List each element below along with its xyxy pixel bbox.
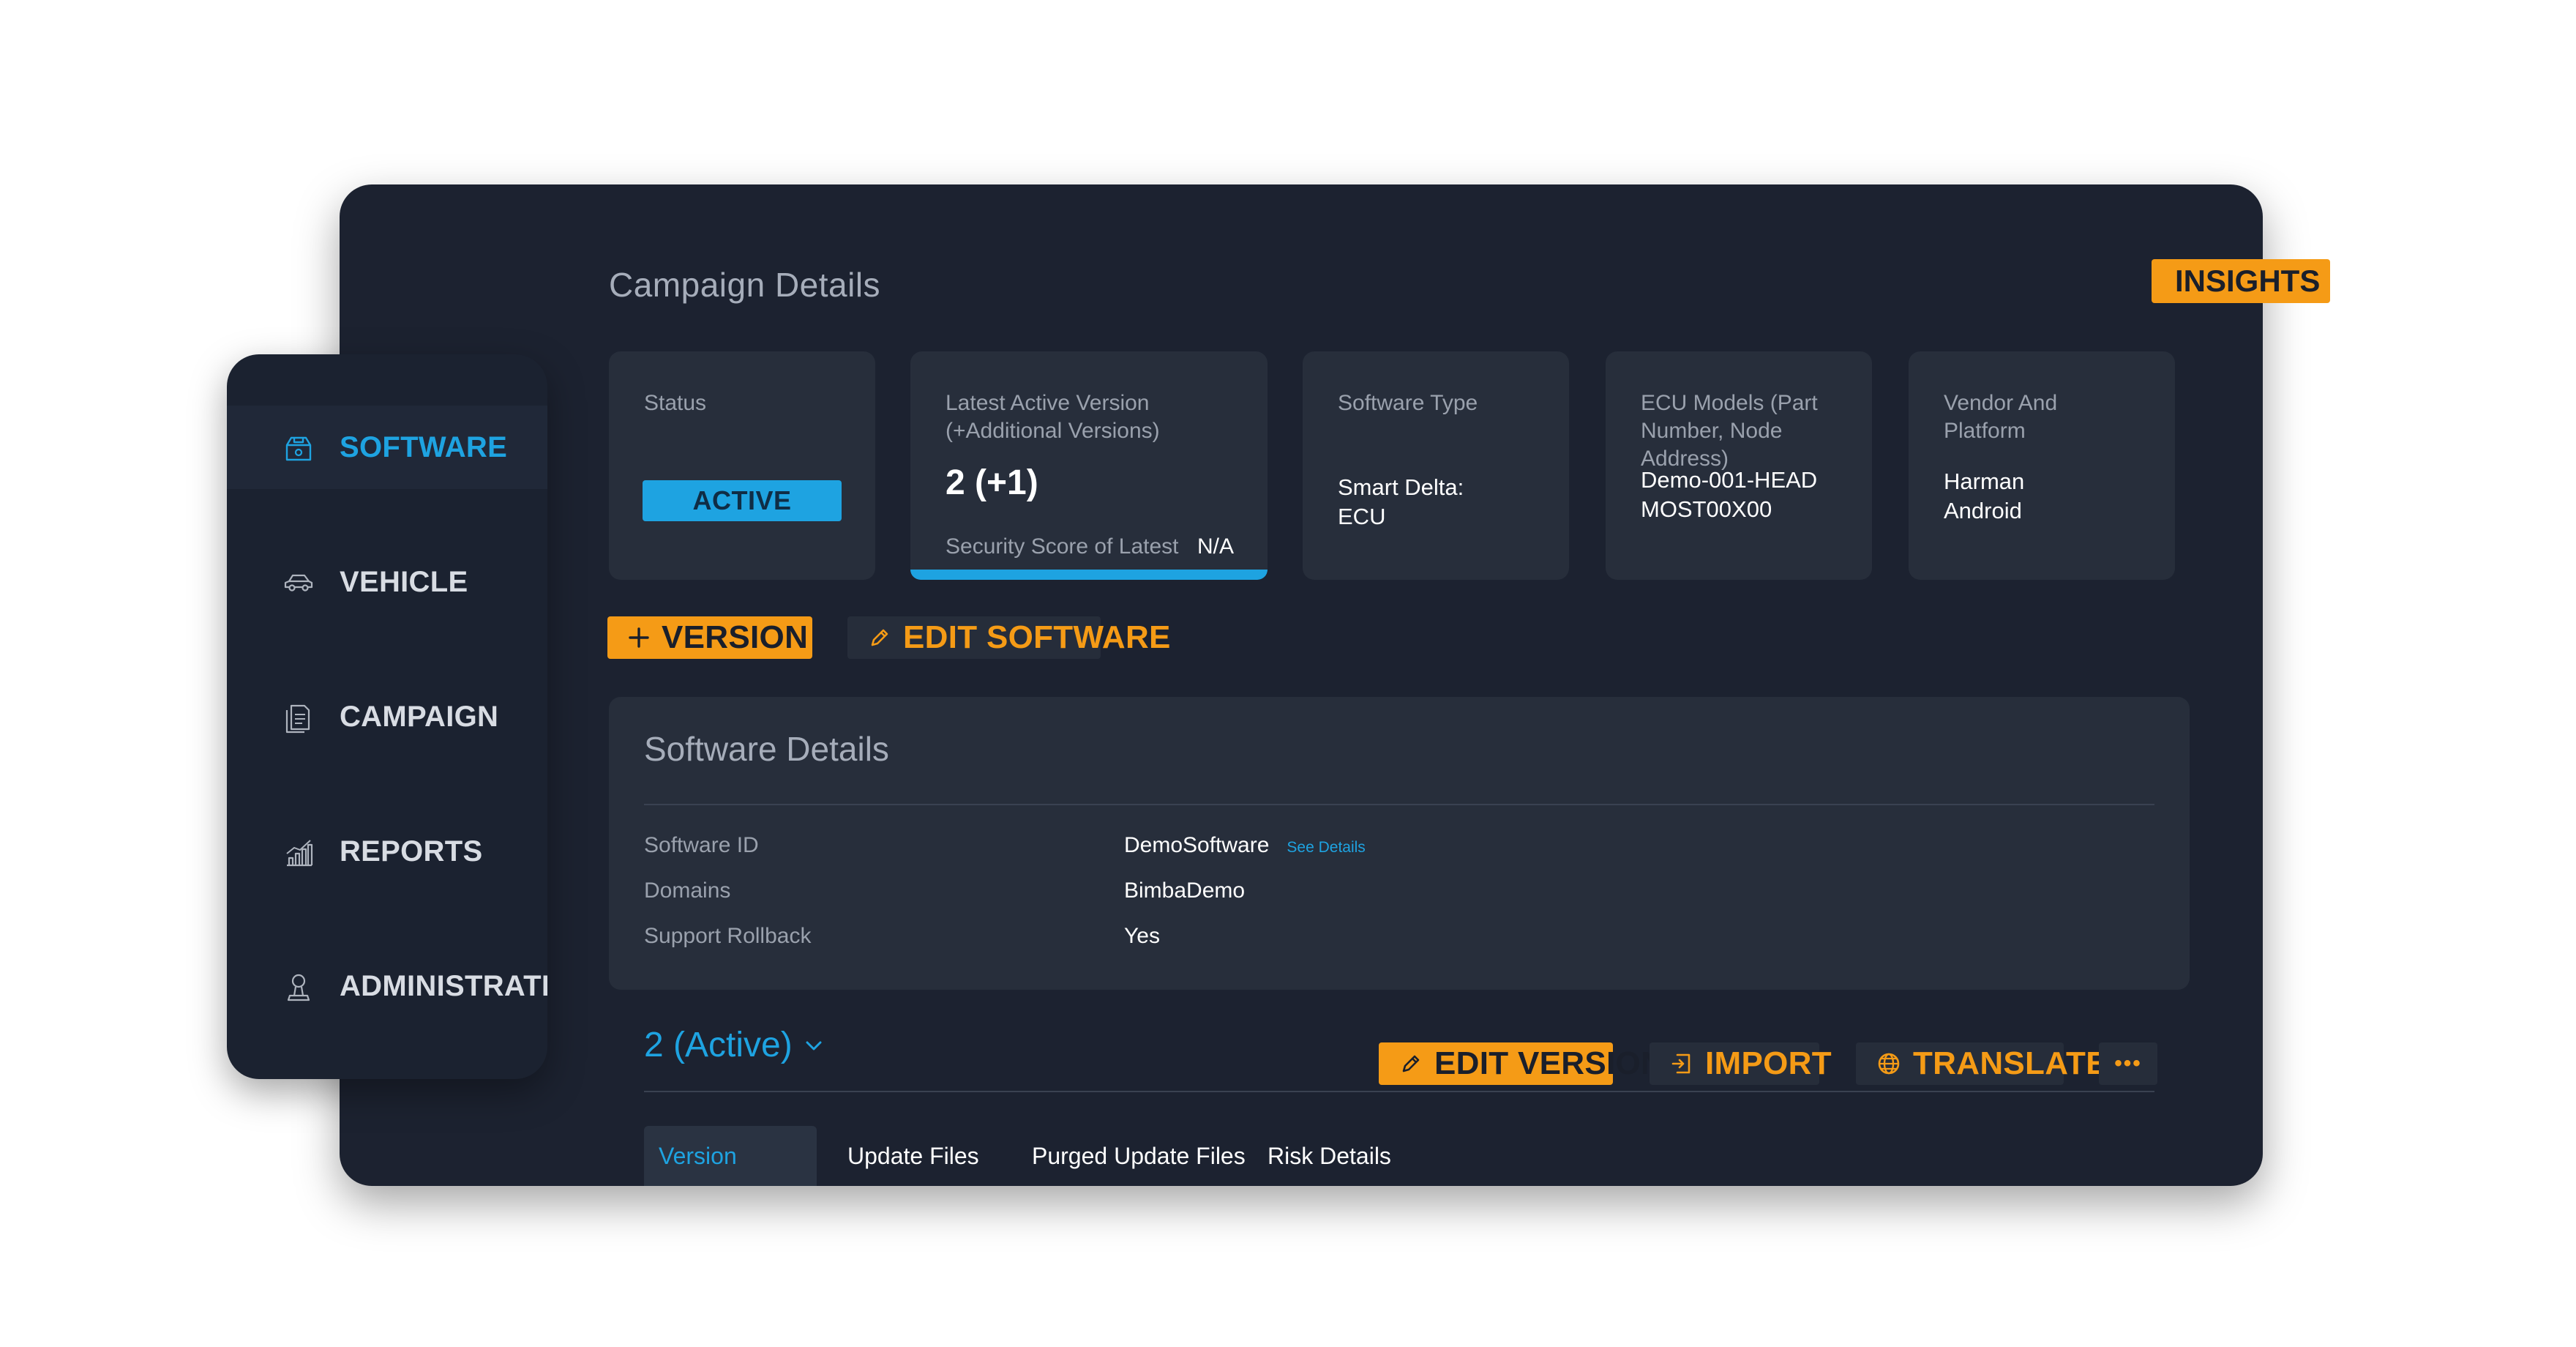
software-type-value-line2: ECU: [1338, 504, 1386, 529]
car-icon: [284, 574, 313, 592]
software-details-panel: Software Details Software ID DemoSoftwar…: [609, 697, 2190, 990]
software-package-icon: [285, 436, 312, 461]
latest-version-label-line2: (+Additional Versions): [946, 419, 1160, 443]
vendor-platform-value-line2: Android: [1944, 498, 2022, 523]
domains-value: BimbaDemo: [1124, 878, 1246, 903]
import-label: IMPORT: [1705, 1045, 1832, 1081]
pencil-icon: [871, 629, 888, 646]
software-id-label: Software ID: [644, 833, 759, 857]
sidebar-item-campaign[interactable]: CAMPAIGN: [227, 675, 547, 758]
ecu-models-card: ECU Models (Part Number, Node Address) D…: [1606, 351, 1872, 580]
software-id-value: DemoSoftware See Details: [1124, 833, 1366, 858]
sidebar-item-label: SOFTWARE: [340, 430, 508, 463]
edit-version-button[interactable]: EDIT VERSION: [1379, 1042, 1664, 1085]
support-rollback-label: Support Rollback: [644, 924, 812, 948]
ecu-models-value-line1: Demo-001-HEAD: [1641, 467, 1818, 493]
campaign-document-icon: [285, 704, 310, 734]
status-badge: ACTIVE: [643, 480, 842, 521]
tab-version-details[interactable]: Version Details: [644, 1126, 817, 1186]
globe-icon: [1878, 1053, 1900, 1075]
import-button[interactable]: IMPORT: [1650, 1042, 1832, 1085]
vendor-platform-value-line1: Harman: [1944, 469, 2025, 494]
domains-label: Domains: [644, 878, 731, 903]
sidebar-item-label: CAMPAIGN: [340, 700, 499, 733]
latest-version-card[interactable]: Latest Active Version (+Additional Versi…: [910, 351, 1268, 580]
chevron-down-icon: [806, 1041, 822, 1050]
version-divider: [644, 1091, 2154, 1092]
latest-version-value: 2 (+1): [946, 463, 1038, 502]
software-type-card: Software Type Smart Delta: ECU: [1303, 351, 1569, 580]
user-admin-icon: [287, 974, 310, 1001]
status-label: Status: [644, 391, 707, 415]
ecu-models-label-line2: Number, Node Address): [1641, 419, 1783, 471]
vendor-platform-value: Harman Android: [1944, 467, 2024, 526]
insights-label: INSIGHTS: [2175, 264, 2321, 298]
version-dropdown-value: 2 (Active): [644, 1026, 793, 1064]
see-details-link[interactable]: See Details: [1287, 839, 1365, 856]
import-icon: [1671, 1053, 1690, 1074]
translate-label: TRANSLATE: [1913, 1045, 2108, 1081]
vendor-platform-label: Vendor And Platform: [1944, 389, 2057, 445]
more-options-icon: •••: [2114, 1051, 2142, 1075]
sidebar-item-reports[interactable]: REPORTS: [227, 810, 547, 893]
insights-button[interactable]: INSIGHTS: [2152, 259, 2330, 303]
status-card: Status ACTIVE: [609, 351, 875, 580]
ecu-models-value-line2: MOST00X00: [1641, 496, 1772, 522]
ecu-models-label: ECU Models (Part Number, Node Address): [1641, 389, 1872, 473]
selected-card-underline: [910, 570, 1268, 580]
vendor-platform-label-line2: Platform: [1944, 419, 2026, 443]
tab-update-files[interactable]: Update Files: [833, 1126, 994, 1186]
add-version-button[interactable]: VERSION: [607, 616, 812, 659]
ecu-models-label-line1: ECU Models (Part: [1641, 391, 1818, 415]
tab-purged-update-files[interactable]: Purged Update Files: [1017, 1126, 1260, 1186]
pencil-icon: [1402, 1055, 1420, 1072]
translate-button[interactable]: TRANSLATE: [1856, 1042, 2108, 1085]
software-type-value-line1: Smart Delta:: [1338, 474, 1464, 500]
sidebar-item-label: ADMINISTRATION: [340, 969, 547, 1002]
page-title: Campaign Details: [609, 266, 881, 304]
support-rollback-value: Yes: [1124, 924, 1160, 948]
edit-software-label: EDIT SOFTWARE: [903, 619, 1171, 655]
sidebar-item-software[interactable]: SOFTWARE: [227, 406, 547, 489]
ecu-models-value: Demo-001-HEAD MOST00X00: [1641, 466, 1817, 524]
sidebar: SOFTWARE VEHICLE CAMPAIGN REPORTS ADMINI…: [227, 354, 547, 1079]
software-type-value: Smart Delta: ECU: [1338, 473, 1464, 531]
security-score-value: N/A: [1197, 534, 1235, 559]
version-dropdown[interactable]: 2 (Active): [644, 1025, 825, 1065]
add-version-label: VERSION: [662, 619, 809, 655]
vendor-platform-card: Vendor And Platform Harman Android: [1909, 351, 2175, 580]
latest-version-label-line1: Latest Active Version: [946, 391, 1150, 415]
software-id-text: DemoSoftware: [1124, 833, 1270, 857]
software-type-label: Software Type: [1338, 391, 1478, 415]
sidebar-item-vehicle[interactable]: VEHICLE: [227, 540, 547, 624]
software-details-title: Software Details: [644, 730, 889, 768]
latest-version-label: Latest Active Version (+Additional Versi…: [946, 389, 1160, 445]
sidebar-item-label: REPORTS: [340, 835, 483, 867]
bar-chart-icon: [286, 840, 313, 867]
vendor-platform-label-line1: Vendor And: [1944, 391, 2058, 415]
sidebar-item-administration[interactable]: ADMINISTRATION: [227, 944, 547, 1028]
details-divider: [644, 804, 2154, 805]
more-options-button[interactable]: •••: [2099, 1042, 2157, 1085]
plus-icon: [629, 627, 649, 648]
edit-software-button[interactable]: EDIT SOFTWARE: [847, 616, 1170, 659]
edit-version-label: EDIT VERSION: [1434, 1045, 1665, 1081]
sidebar-item-label: VEHICLE: [340, 565, 468, 598]
tab-risk-details[interactable]: Risk Details: [1253, 1126, 1406, 1186]
main-window: Campaign Details Status ACTIVE Latest Ac…: [340, 184, 2263, 1186]
security-score-label: Security Score of Latest: [946, 534, 1179, 559]
